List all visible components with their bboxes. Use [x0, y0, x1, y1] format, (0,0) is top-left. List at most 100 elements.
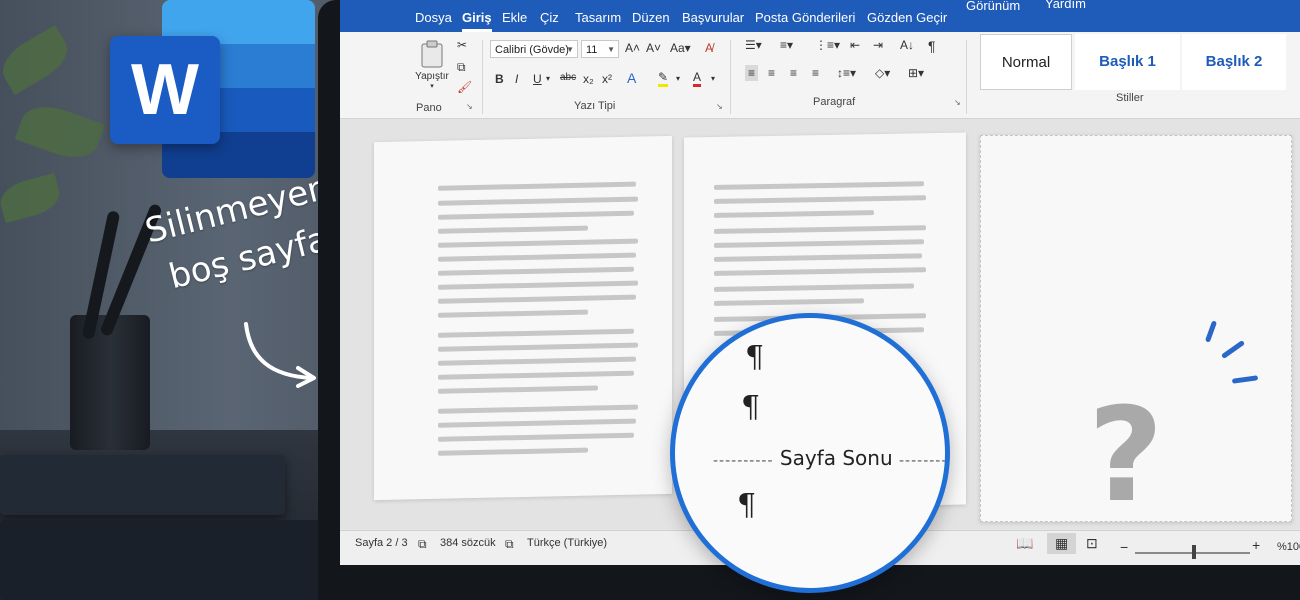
tab-tasarim[interactable]: Tasarım — [575, 10, 621, 25]
word-logo: W — [110, 0, 315, 178]
show-hide-pilcrow-icon[interactable]: ¶ — [928, 38, 936, 54]
text-line — [438, 356, 636, 366]
menu-bar: Dosya Giriş Ekle Çiz Tasarım Düzen Başvu… — [340, 0, 1300, 32]
page-break-dashes: ---------- — [713, 453, 774, 469]
zoom-slider-thumb[interactable] — [1192, 545, 1196, 559]
clipboard-icon — [421, 40, 443, 68]
word-count[interactable]: 384 sözcük — [440, 537, 496, 549]
chevron-down-icon[interactable]: ▾ — [676, 74, 680, 83]
divider — [966, 40, 967, 114]
notebook — [0, 455, 285, 515]
change-case-icon[interactable]: Aa▾ — [670, 41, 691, 55]
text-line — [438, 447, 588, 456]
text-line — [714, 267, 926, 276]
zoom-in-icon[interactable]: + — [1252, 537, 1260, 553]
group-label-clipboard: Pano — [416, 102, 442, 114]
borders-icon[interactable]: ⊞▾ — [908, 66, 924, 80]
language[interactable]: Türkçe (Türkiye) — [527, 537, 607, 549]
proofing-icon[interactable]: ⧉ — [418, 537, 427, 552]
font-size-select[interactable]: 11 ▼ — [581, 40, 619, 58]
subscript-icon[interactable]: x₂ — [583, 72, 594, 86]
print-layout-icon[interactable]: ▦ — [1047, 533, 1077, 554]
text-line — [438, 294, 636, 304]
bold-icon[interactable]: B — [495, 72, 504, 86]
text-line — [714, 253, 922, 262]
group-label-font: Yazı Tipi — [574, 100, 616, 112]
text-line — [714, 283, 914, 292]
bullets-icon[interactable]: ☰▾ — [745, 38, 762, 52]
page-1[interactable] — [374, 135, 672, 501]
read-mode-icon[interactable]: 📖 — [1016, 535, 1033, 552]
clear-formatting-icon[interactable]: A̸ — [705, 41, 713, 55]
strikethrough-icon[interactable]: abc — [560, 72, 576, 83]
grow-font-icon[interactable]: A˄ — [625, 41, 640, 55]
text-line — [714, 195, 926, 204]
multilevel-list-icon[interactable]: ⋮≡▾ — [815, 38, 840, 52]
paragraph-mark: ¶ — [745, 340, 765, 375]
align-right-icon[interactable]: ≡ — [790, 66, 797, 80]
tab-gorunum[interactable]: Görünüm — [966, 0, 1020, 13]
sort-icon[interactable]: A↓ — [900, 38, 914, 52]
tab-basvurular[interactable]: Başvurular — [682, 10, 744, 25]
tab-duzen[interactable]: Düzen — [632, 10, 670, 25]
pen-cup — [70, 315, 150, 450]
page-break-marker: ---------- Sayfa Sonu ---------- — [713, 446, 948, 470]
question-mark-icon: ? — [1088, 379, 1164, 531]
chevron-down-icon: ▾ — [430, 83, 434, 90]
text-line — [438, 196, 638, 206]
style-heading-2[interactable]: Başlık 2 — [1182, 34, 1286, 90]
copy-icon[interactable]: ⧉ — [457, 60, 466, 75]
tab-giris[interactable]: Giriş — [462, 10, 492, 32]
web-layout-icon[interactable]: ⊡ — [1086, 535, 1098, 552]
font-color-icon[interactable]: A — [693, 70, 702, 87]
format-painter-icon[interactable]: 🖌 — [457, 80, 472, 94]
tab-yardim[interactable]: Yardım — [1045, 0, 1086, 11]
page-break-dashes: ---------- — [898, 453, 948, 469]
zoom-out-icon[interactable]: − — [1120, 539, 1128, 555]
group-label-styles: Stiller — [1116, 92, 1144, 104]
tab-ciz[interactable]: Çiz — [540, 10, 559, 25]
tab-dosya[interactable]: Dosya — [415, 10, 452, 25]
decrease-indent-icon[interactable]: ⇤ — [850, 38, 860, 52]
divider — [482, 40, 483, 114]
curved-arrow-icon — [244, 322, 316, 388]
superscript-icon[interactable]: x² — [602, 72, 612, 86]
font-family-select[interactable]: Calibri (Gövde) ▼ — [490, 40, 578, 58]
font-expander-icon[interactable]: ↘ — [716, 102, 723, 111]
line-spacing-icon[interactable]: ↕≡▾ — [837, 66, 856, 80]
paragraph-expander-icon[interactable]: ↘ — [954, 98, 961, 107]
style-normal[interactable]: Normal — [980, 34, 1072, 90]
chevron-down-icon[interactable]: ▾ — [711, 74, 715, 83]
justify-icon[interactable]: ≡ — [812, 66, 819, 80]
clipboard-expander-icon[interactable]: ↘ — [466, 102, 473, 111]
tab-posta-gonderileri[interactable]: Posta Gönderileri — [755, 10, 855, 25]
paste-button[interactable]: Yapıştır ▾ — [412, 40, 452, 90]
text-line — [438, 252, 636, 262]
zoom-level[interactable]: %100 — [1277, 541, 1300, 553]
style-heading-1[interactable]: Başlık 1 — [1075, 34, 1180, 90]
font-size-value: 11 — [586, 44, 598, 56]
shrink-font-icon[interactable]: A˅ — [646, 41, 661, 55]
font-family-value: Calibri (Gövde) — [495, 44, 569, 56]
text-line — [438, 225, 588, 234]
accessibility-icon[interactable]: ⧉ — [505, 537, 514, 552]
text-line — [438, 280, 638, 290]
page-count[interactable]: Sayfa 2 / 3 — [355, 537, 408, 549]
text-effects-icon[interactable]: A — [627, 70, 636, 86]
align-center-icon[interactable]: ≡ — [768, 66, 775, 80]
italic-icon[interactable]: I — [515, 72, 518, 86]
shading-icon[interactable]: ◇▾ — [875, 66, 890, 80]
chevron-down-icon[interactable]: ▾ — [546, 74, 550, 83]
underline-icon[interactable]: U — [533, 72, 542, 86]
align-left-icon[interactable]: ≡ — [745, 65, 759, 81]
paste-label: Yapıştır — [415, 71, 449, 82]
highlight-icon[interactable]: ✎ — [658, 70, 669, 87]
increase-indent-icon[interactable]: ⇥ — [873, 38, 883, 52]
word-logo-letter: W — [110, 36, 220, 144]
tab-ekle[interactable]: Ekle — [502, 10, 527, 25]
tab-gozden-gecir[interactable]: Gözden Geçir — [867, 10, 947, 25]
text-line — [714, 225, 926, 234]
cut-icon[interactable]: ✂ — [457, 38, 467, 52]
numbering-icon[interactable]: ≡▾ — [780, 38, 793, 52]
text-line — [438, 342, 638, 352]
